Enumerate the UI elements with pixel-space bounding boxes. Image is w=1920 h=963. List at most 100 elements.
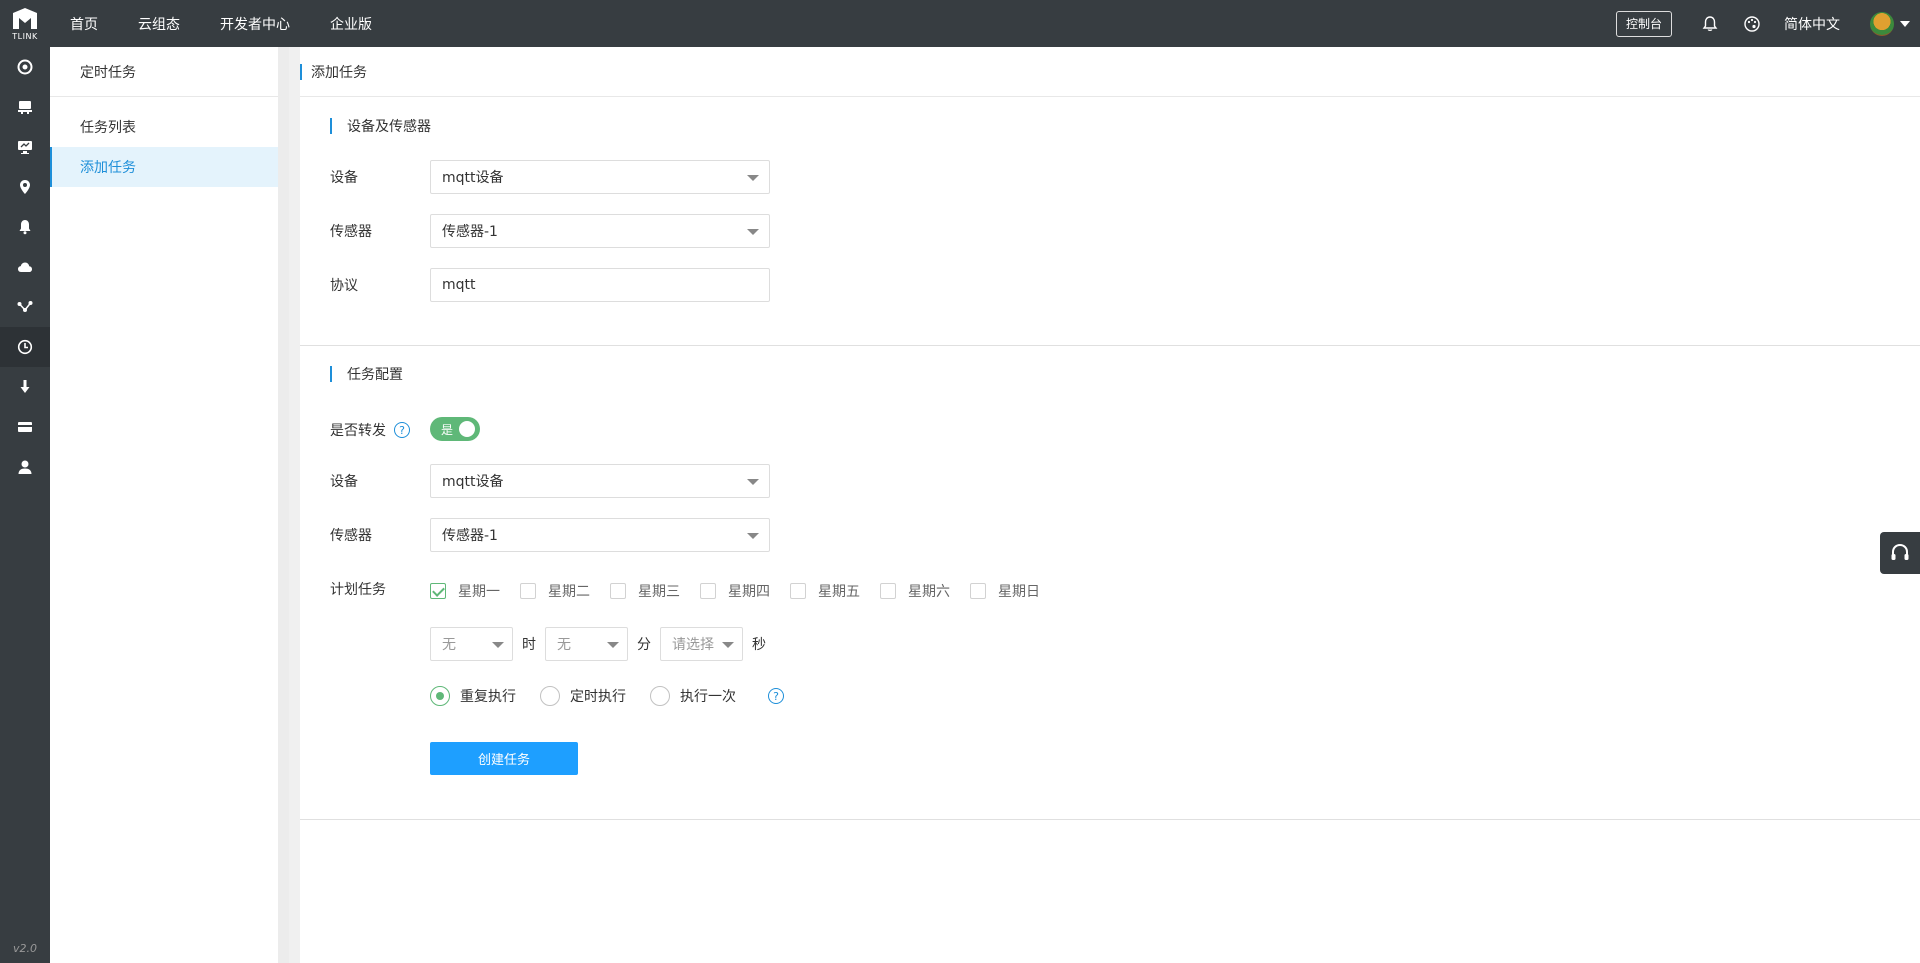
forward-toggle[interactable]: 是 xyxy=(430,417,480,441)
help-icon[interactable]: ? xyxy=(394,422,410,438)
minute-select-value: 无 xyxy=(557,637,571,653)
sensor-select-value: 传感器-1 xyxy=(442,224,498,240)
top-navigation-bar: TLINK 首页 云组态 开发者中心 企业版 控制台 简体中文 xyxy=(0,0,1920,47)
sidebar-user[interactable] xyxy=(0,447,50,487)
checkbox-label: 星期三 xyxy=(638,584,680,600)
checkbox-box xyxy=(700,583,716,599)
target-sensor-select[interactable]: 传感器-1 xyxy=(430,518,770,552)
page-title: 添加任务 xyxy=(311,64,367,81)
caret-down-icon xyxy=(607,642,619,648)
caret-down-icon xyxy=(747,229,759,235)
checkbox-box xyxy=(430,583,446,599)
sidebar-alarms[interactable] xyxy=(0,207,50,247)
card-icon xyxy=(18,422,32,432)
bell-icon xyxy=(19,220,31,235)
hour-select-value: 无 xyxy=(442,637,456,653)
submenu-spacer xyxy=(50,97,278,107)
topbar-right: 控制台 简体中文 xyxy=(1615,0,1920,47)
checkbox-saturday[interactable]: 星期六 xyxy=(880,581,950,601)
sidebar-devices[interactable] xyxy=(0,87,50,127)
submenu-item-task-list[interactable]: 任务列表 xyxy=(50,107,278,147)
clock-icon xyxy=(17,339,33,355)
checkbox-monday[interactable]: 星期一 xyxy=(430,581,500,601)
checkbox-label: 星期四 xyxy=(728,584,770,600)
help-icon[interactable]: ? xyxy=(768,688,784,704)
tlink-logo[interactable]: TLINK xyxy=(0,0,50,47)
target-device-value: mqtt设备 xyxy=(442,474,504,490)
second-unit: 秒 xyxy=(752,637,766,653)
nav-home[interactable]: 首页 xyxy=(70,14,98,34)
secondary-menu: 定时任务 任务列表 添加任务 xyxy=(50,47,289,963)
sidebar-location[interactable] xyxy=(0,167,50,207)
sensor-label: 传感器 xyxy=(330,224,372,240)
target-device-select[interactable]: mqtt设备 xyxy=(430,464,770,498)
caret-down-icon xyxy=(747,533,759,539)
sidebar-topology[interactable] xyxy=(0,287,50,327)
section-title-text: 任务配置 xyxy=(347,367,403,383)
task-config-section: 任务配置 是否转发 ? 是 设备 mqtt设备 传感器 传感器-1 计划任务 星… xyxy=(300,346,1920,820)
location-pin-icon xyxy=(20,180,30,194)
target-sensor-value: 传感器-1 xyxy=(442,528,498,544)
logo-text: TLINK xyxy=(12,31,38,41)
target-icon xyxy=(17,59,33,75)
page-header: 添加任务 xyxy=(300,47,1920,97)
checkbox-label: 星期一 xyxy=(458,584,500,600)
bell-icon[interactable] xyxy=(1700,14,1720,34)
checkbox-wednesday[interactable]: 星期三 xyxy=(610,581,680,601)
section-accent-bar xyxy=(330,118,332,134)
device-select-value: mqtt设备 xyxy=(442,170,504,186)
checkbox-box xyxy=(970,583,986,599)
checkbox-sunday[interactable]: 星期日 xyxy=(970,581,1040,601)
target-sensor-label: 传感器 xyxy=(330,528,372,544)
weekday-checkboxes: 星期一 星期二 星期三 星期四 星期五 星期六 星期日 xyxy=(430,581,1060,601)
sidebar-scheduled-tasks[interactable] xyxy=(0,327,50,367)
minute-select[interactable]: 无 xyxy=(545,627,628,661)
palette-icon[interactable] xyxy=(1742,14,1762,34)
hour-unit: 时 xyxy=(522,637,536,653)
sensor-select[interactable]: 传感器-1 xyxy=(430,214,770,248)
checkbox-thursday[interactable]: 星期四 xyxy=(700,581,770,601)
device-sensor-section: 设备及传感器 设备 mqtt设备 传感器 传感器-1 协议 xyxy=(300,97,1920,346)
logo-icon xyxy=(13,7,37,29)
sidebar-cloud[interactable] xyxy=(0,247,50,287)
create-task-button[interactable]: 创建任务 xyxy=(430,742,578,775)
toggle-text: 是 xyxy=(441,422,454,437)
user-avatar[interactable] xyxy=(1870,11,1894,36)
target-device-label: 设备 xyxy=(330,474,358,490)
nav-developer-center[interactable]: 开发者中心 xyxy=(220,14,290,34)
second-select[interactable]: 请选择 xyxy=(660,627,743,661)
nav-enterprise[interactable]: 企业版 xyxy=(330,14,372,34)
customer-service-button[interactable] xyxy=(1880,532,1920,574)
device-select[interactable]: mqtt设备 xyxy=(430,160,770,194)
radio-dot xyxy=(540,686,560,706)
protocol-input[interactable] xyxy=(430,268,770,302)
headset-icon xyxy=(1891,543,1909,560)
plan-label: 计划任务 xyxy=(330,582,386,598)
checkbox-friday[interactable]: 星期五 xyxy=(790,581,860,601)
minute-unit: 分 xyxy=(637,637,651,653)
hour-select[interactable]: 无 xyxy=(430,627,513,661)
caret-down-icon xyxy=(747,479,759,485)
sidebar-monitor[interactable] xyxy=(0,127,50,167)
sidebar-dashboard[interactable] xyxy=(0,47,50,87)
sidebar-download[interactable] xyxy=(0,367,50,407)
sidebar-billing[interactable] xyxy=(0,407,50,447)
checkbox-label: 星期日 xyxy=(998,584,1040,600)
second-select-value: 请选择 xyxy=(672,637,714,653)
chevron-down-icon[interactable] xyxy=(1900,20,1910,27)
caret-down-icon xyxy=(722,642,734,648)
radio-once[interactable]: 执行一次 xyxy=(650,686,736,706)
submenu-item-add-task[interactable]: 添加任务 xyxy=(50,147,278,187)
language-selector[interactable]: 简体中文 xyxy=(1784,14,1840,34)
radio-label: 执行一次 xyxy=(680,689,736,705)
console-button[interactable]: 控制台 xyxy=(1615,10,1672,37)
checkbox-box xyxy=(790,583,806,599)
checkbox-tuesday[interactable]: 星期二 xyxy=(520,581,590,601)
checkbox-box xyxy=(880,583,896,599)
checkbox-box xyxy=(610,583,626,599)
radio-scheduled[interactable]: 定时执行 xyxy=(540,686,626,706)
checkbox-label: 星期六 xyxy=(908,584,950,600)
radio-repeat[interactable]: 重复执行 xyxy=(430,686,516,706)
nav-cloud-scada[interactable]: 云组态 xyxy=(138,14,180,34)
protocol-label: 协议 xyxy=(330,278,358,294)
